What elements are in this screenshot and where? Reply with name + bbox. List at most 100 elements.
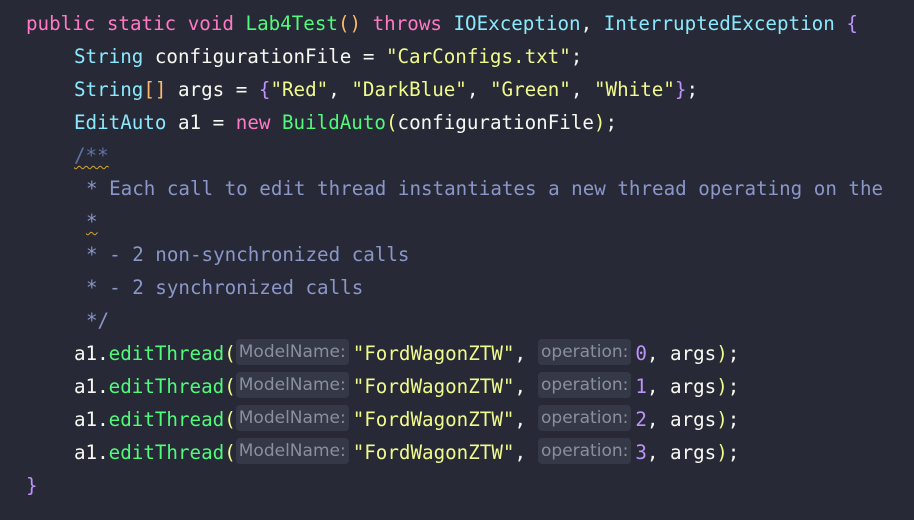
receiver: a1 bbox=[74, 342, 98, 365]
comma: , bbox=[466, 78, 479, 101]
operator: = bbox=[212, 111, 225, 134]
code-line-call[interactable]: a1.editThread(ModelName: "FordWagonZTW", o… bbox=[0, 403, 914, 436]
comma: , bbox=[514, 342, 526, 365]
close-brace: } bbox=[674, 78, 687, 101]
keyword-public: public bbox=[26, 12, 96, 35]
argument-tail: , args bbox=[646, 342, 717, 365]
open-brace: { bbox=[258, 78, 271, 101]
close-paren: ) bbox=[716, 441, 728, 464]
comma: , bbox=[514, 375, 526, 398]
comment-line[interactable]: * - 2 synchronized calls bbox=[0, 271, 914, 304]
parameter-hint-operation: operation: bbox=[538, 372, 632, 398]
argument-tail: , args bbox=[646, 408, 717, 431]
operator: = bbox=[362, 45, 375, 68]
string-literal: "Red" bbox=[270, 78, 329, 101]
argument-tail: , args bbox=[646, 375, 717, 398]
string-literal: "FordWagonZTW" bbox=[352, 441, 515, 464]
parameter-hint-model-name: ModelName: bbox=[235, 438, 349, 464]
keyword-new: new bbox=[235, 111, 271, 134]
open-paren: ( bbox=[224, 408, 236, 431]
method-call-name: editThread bbox=[108, 441, 225, 464]
dot: . bbox=[97, 441, 109, 464]
dot: . bbox=[97, 408, 109, 431]
number-literal: 3 bbox=[635, 441, 647, 464]
parameter-hint-model-name: ModelName: bbox=[235, 405, 349, 431]
parameter-hint-operation: operation: bbox=[538, 438, 632, 464]
comment-close[interactable]: */ bbox=[0, 304, 914, 337]
semicolon: ; bbox=[686, 78, 698, 101]
method-name: Lab4Test bbox=[245, 12, 338, 35]
type-name: String bbox=[74, 78, 144, 101]
code-line-signature[interactable]: public static void Lab4Test() throws IOE… bbox=[0, 7, 914, 40]
type-name: EditAuto bbox=[74, 111, 167, 134]
string-literal: "FordWagonZTW" bbox=[352, 408, 515, 431]
comma: , bbox=[514, 408, 526, 431]
keyword-static: static bbox=[106, 12, 177, 35]
argument-tail: , args bbox=[646, 441, 717, 464]
receiver: a1 bbox=[74, 441, 98, 464]
close-paren: ) bbox=[716, 408, 728, 431]
keyword-throws: throws bbox=[372, 12, 442, 35]
method-parens: () bbox=[337, 12, 362, 35]
open-paren: ( bbox=[224, 441, 236, 464]
keyword-void: void bbox=[187, 12, 234, 35]
javadoc-close: */ bbox=[86, 309, 110, 332]
open-paren: ( bbox=[224, 375, 236, 398]
comment-line[interactable]: * Each call to edit thread instantiates … bbox=[0, 172, 914, 205]
method-call-name: editThread bbox=[108, 342, 225, 365]
argument-name: configurationFile bbox=[397, 111, 594, 134]
variable-name: a1 bbox=[177, 111, 202, 134]
code-line-call[interactable]: a1.editThread(ModelName: "FordWagonZTW", o… bbox=[0, 337, 914, 370]
comma: , bbox=[328, 78, 340, 101]
parameter-hint-operation: operation: bbox=[538, 405, 632, 431]
semicolon: ; bbox=[570, 45, 583, 68]
comment-open[interactable]: /** bbox=[0, 139, 914, 172]
comment-text: * - 2 synchronized calls bbox=[86, 276, 364, 299]
variable-name: configurationFile bbox=[154, 45, 352, 68]
close-brace: } bbox=[26, 474, 38, 497]
comma: , bbox=[570, 78, 583, 101]
number-literal: 0 bbox=[635, 342, 647, 365]
semicolon: ; bbox=[727, 408, 740, 431]
operator: = bbox=[235, 78, 248, 101]
string-literal: "DarkBlue" bbox=[351, 78, 467, 101]
comma: , bbox=[580, 12, 593, 35]
semicolon: ; bbox=[605, 111, 618, 134]
receiver: a1 bbox=[74, 408, 98, 431]
close-paren: ) bbox=[716, 342, 728, 365]
code-line-call[interactable]: a1.editThread(ModelName: "FordWagonZTW", o… bbox=[0, 436, 914, 469]
close-paren: ) bbox=[716, 375, 728, 398]
comment-text: * Each call to edit thread instantiates … bbox=[86, 177, 884, 200]
type-name: String bbox=[74, 45, 144, 68]
parameter-hint-model-name: ModelName: bbox=[235, 339, 349, 365]
semicolon: ; bbox=[727, 342, 740, 365]
comment-line[interactable]: * bbox=[0, 205, 914, 238]
variable-name: args bbox=[177, 78, 225, 101]
parameter-hint-model-name: ModelName: bbox=[235, 372, 349, 398]
code-line-call[interactable]: a1.editThread(ModelName: "FordWagonZTW", o… bbox=[0, 370, 914, 403]
exception-type: InterruptedException bbox=[603, 12, 835, 35]
parameter-hint-operation: operation: bbox=[538, 339, 632, 365]
number-literal: 1 bbox=[635, 375, 647, 398]
code-line-edit-auto[interactable]: EditAuto a1 = new BuildAuto(configuratio… bbox=[0, 106, 914, 139]
open-paren: ( bbox=[224, 342, 236, 365]
code-line-config[interactable]: String configurationFile = "CarConfigs.t… bbox=[0, 40, 914, 73]
string-literal: "Green" bbox=[490, 78, 571, 101]
constructor-name: BuildAuto bbox=[282, 111, 386, 134]
open-paren: ( bbox=[385, 111, 398, 134]
number-literal: 2 bbox=[635, 408, 647, 431]
method-call-name: editThread bbox=[108, 408, 225, 431]
code-line-close[interactable]: } bbox=[0, 469, 914, 502]
comment-line[interactable]: * - 2 non-synchronized calls bbox=[0, 238, 914, 271]
method-call-name: editThread bbox=[108, 375, 225, 398]
comma: , bbox=[514, 441, 526, 464]
string-literal: "FordWagonZTW" bbox=[352, 375, 515, 398]
code-line-args[interactable]: String[] args = {"Red", "DarkBlue", "Gre… bbox=[0, 73, 914, 106]
semicolon: ; bbox=[727, 375, 740, 398]
dot: . bbox=[97, 375, 109, 398]
array-brackets: [] bbox=[143, 78, 167, 101]
string-literal: "White" bbox=[594, 78, 675, 101]
exception-type: IOException bbox=[453, 12, 581, 35]
semicolon: ; bbox=[727, 441, 740, 464]
code-editor[interactable]: public static void Lab4Test() throws IOE… bbox=[0, 0, 914, 520]
